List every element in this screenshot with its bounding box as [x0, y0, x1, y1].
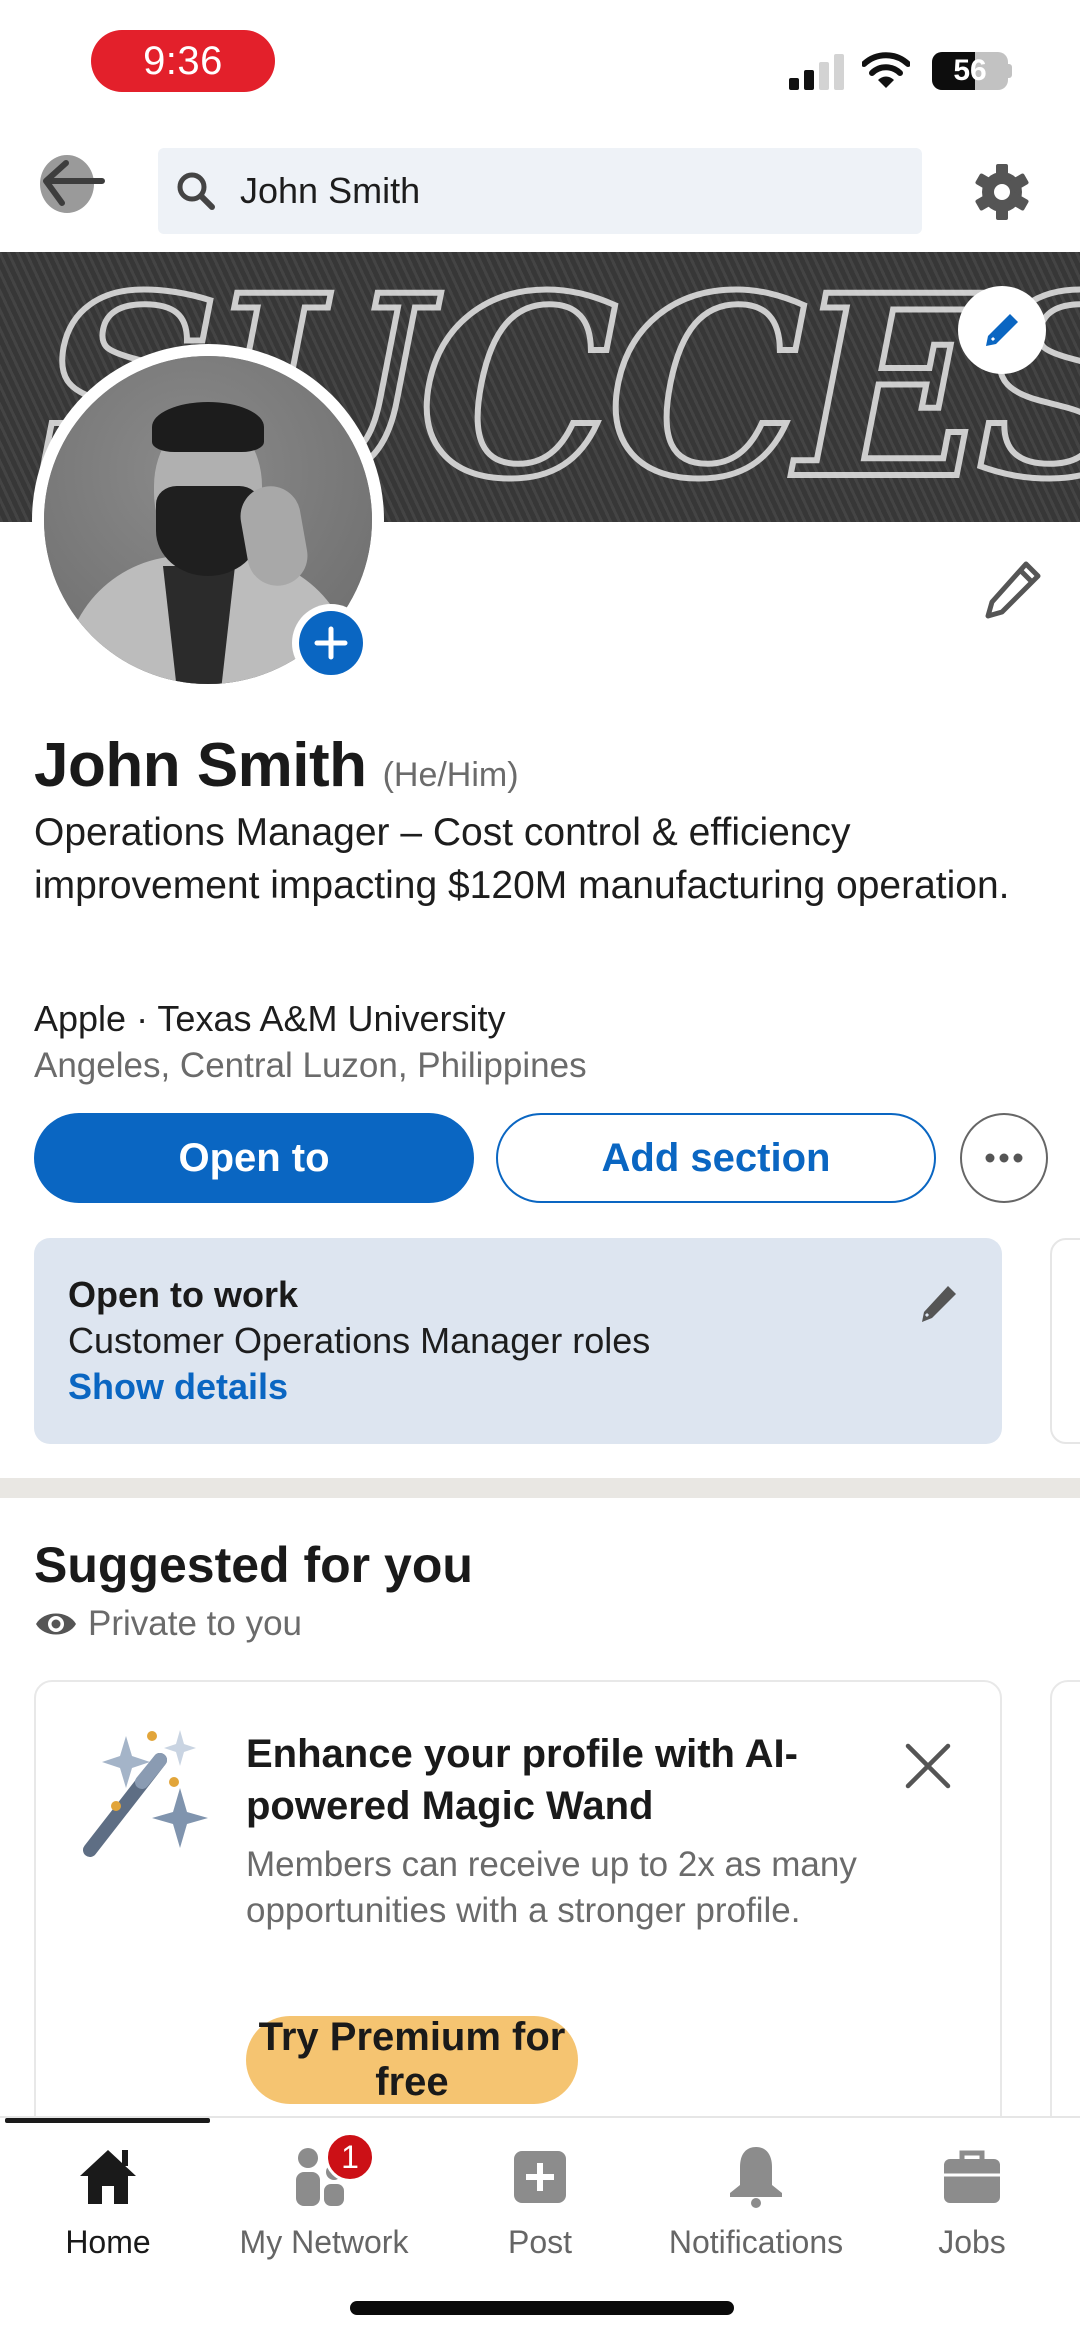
wifi-icon [862, 52, 910, 88]
search-input[interactable] [240, 170, 880, 212]
search-bar[interactable] [158, 148, 922, 234]
profile-name: John Smith [34, 731, 367, 800]
add-section-button[interactable]: Add section [496, 1113, 936, 1203]
tab-post[interactable]: Post [432, 2132, 648, 2262]
eye-icon [36, 1613, 76, 1635]
search-icon [177, 172, 215, 210]
tab-label: Jobs [938, 2224, 1006, 2260]
notification-badge: 1 [325, 2132, 375, 2182]
tab-my-network[interactable]: 1 My Network [216, 2132, 432, 2262]
promo-title: Enhance your profile with AI-powered Mag… [246, 1732, 798, 1828]
home-icon [80, 2150, 136, 2204]
battery-level: 56 [953, 54, 987, 87]
close-icon[interactable] [900, 1738, 956, 1794]
pencil-icon [986, 314, 1018, 346]
status-bar: 9:36 56 [0, 0, 1080, 130]
promo-body: Members can receive up to 2x as many opp… [246, 1845, 857, 1930]
tab-jobs[interactable]: Jobs [864, 2132, 1080, 2262]
battery-tip [1008, 64, 1012, 78]
show-details-link[interactable]: Show details [68, 1366, 288, 1408]
tab-label: My Network [239, 2224, 409, 2260]
next-card-peek[interactable] [1050, 1238, 1080, 1444]
active-tab-indicator [5, 2118, 210, 2123]
otw-roles: Customer Operations Manager roles [68, 1320, 651, 1361]
tab-label: Home [65, 2224, 151, 2260]
edit-intro-pencil-icon[interactable] [980, 558, 1044, 622]
cellular-signal-icon [789, 54, 845, 90]
briefcase-icon [944, 2150, 1000, 2203]
plus-icon [314, 626, 348, 660]
arrow-left-icon [43, 160, 105, 206]
magic-wand-promo-card: Enhance your profile with AI-powered Mag… [34, 1680, 1002, 2140]
more-horizontal-icon [985, 1153, 1023, 1163]
open-to-button[interactable]: Open to [34, 1113, 474, 1203]
tab-home[interactable]: Home [0, 2132, 216, 2262]
battery-icon: 56 [932, 52, 1008, 90]
edit-banner-button[interactable] [958, 286, 1046, 374]
tab-label: Post [507, 2224, 573, 2260]
tab-label: Notifications [668, 2224, 844, 2260]
privacy-text: Private to you [88, 1604, 302, 1643]
more-button[interactable] [960, 1113, 1048, 1203]
pencil-icon[interactable] [914, 1280, 962, 1328]
tab-notifications[interactable]: Notifications [648, 2132, 864, 2262]
section-divider [0, 1478, 1080, 1498]
status-time: 9:36 [91, 30, 275, 92]
add-photo-button[interactable] [292, 604, 370, 682]
magic-wand-icon [83, 1730, 208, 1857]
plus-square-icon [514, 2151, 566, 2203]
profile-location: Angeles, Central Luzon, Philippines [34, 1046, 587, 1085]
try-premium-button[interactable]: Try Premium for free [246, 2015, 578, 2104]
next-suggestion-peek[interactable] [1050, 1680, 1080, 2140]
privacy-note: Private to you [34, 1604, 302, 1644]
gear-icon[interactable] [970, 160, 1034, 224]
otw-title: Open to work [68, 1274, 299, 1315]
home-indicator [350, 2301, 734, 2315]
profile-affiliations[interactable]: Apple · Texas A&M University [34, 998, 506, 1040]
back-button[interactable] [36, 155, 106, 215]
open-to-work-card[interactable]: Open to work Customer Operations Manager… [34, 1238, 1002, 1444]
name-row: John Smith (He/Him) [34, 730, 519, 801]
bell-icon [730, 2147, 782, 2208]
profile-pronouns: (He/Him) [382, 756, 519, 794]
suggested-title: Suggested for you [34, 1537, 473, 1593]
profile-headline: Operations Manager – Cost control & effi… [34, 811, 1010, 907]
